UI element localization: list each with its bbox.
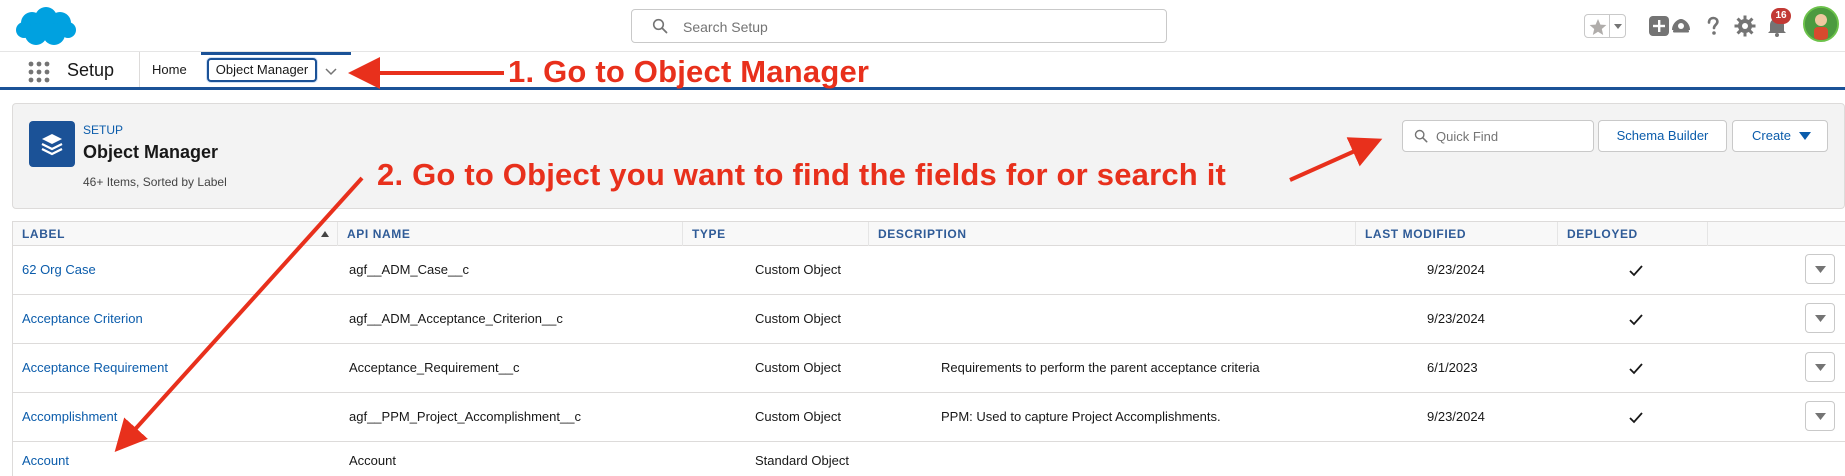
table-row: Acceptance Requirement Acceptance_Requir… <box>13 344 1845 393</box>
app-name: Setup <box>67 60 115 80</box>
chevron-down-icon <box>1815 315 1826 322</box>
column-header-api-name[interactable]: API NAME <box>338 222 683 246</box>
search-placeholder: Search Setup <box>683 19 768 35</box>
check-icon <box>1629 314 1643 326</box>
global-header: Search Setup 16 <box>0 0 1845 52</box>
object-label-link[interactable]: Accomplishment <box>22 409 117 424</box>
tab-home[interactable]: Home <box>152 62 187 77</box>
column-header-description[interactable]: DESCRIPTION <box>869 222 1356 246</box>
object-label-link[interactable]: Account <box>22 453 69 468</box>
column-header-text: LABEL <box>22 227 65 241</box>
gear-icon[interactable] <box>1733 14 1757 38</box>
annotation-step1-text: 1. Go to Object Manager <box>508 54 870 89</box>
favorites-divider <box>1609 15 1610 37</box>
favorites-button[interactable] <box>1584 14 1626 38</box>
search-icon <box>1414 129 1428 143</box>
context-separator <box>139 52 140 87</box>
chevron-down-icon <box>1815 364 1826 371</box>
tab-active-indicator <box>201 52 351 55</box>
layers-icon <box>29 121 75 167</box>
last-modified-cell: 9/23/2024 <box>1427 409 1485 424</box>
avatar[interactable] <box>1803 6 1839 42</box>
global-search-input[interactable]: Search Setup <box>631 9 1167 43</box>
object-manager-header <box>12 103 1845 209</box>
page-title: Object Manager <box>83 142 219 162</box>
table-row: Accomplishment agf__PPM_Project_Accompli… <box>13 393 1845 442</box>
column-header-type[interactable]: TYPE <box>683 222 869 246</box>
star-icon <box>1589 19 1607 35</box>
chevron-down-icon[interactable] <box>324 64 338 78</box>
create-button-label: Create <box>1752 128 1792 143</box>
object-label-link[interactable]: 62 Org Case <box>22 262 96 277</box>
last-modified-cell: 6/1/2023 <box>1427 360 1478 375</box>
check-icon <box>1629 265 1643 277</box>
type-cell: Custom Object <box>755 311 841 326</box>
description-cell: PPM: Used to capture Project Accomplishm… <box>941 409 1221 424</box>
context-bar: Setup Home Object Manager <box>0 52 1845 90</box>
last-modified-cell: 9/23/2024 <box>1427 262 1485 277</box>
api-name-cell: agf__ADM_Case__c <box>349 262 469 277</box>
row-actions-button[interactable] <box>1805 303 1835 333</box>
objects-table: LABEL API NAME TYPE DESCRIPTION LAST MOD… <box>12 221 1845 476</box>
avatar-image <box>1805 8 1837 40</box>
trailhead-icon[interactable] <box>1669 14 1693 38</box>
sort-ascending-icon <box>321 231 329 237</box>
search-icon <box>652 18 668 34</box>
description-cell: Requirements to perform the parent accep… <box>941 360 1260 375</box>
chevron-down-icon <box>1799 132 1811 140</box>
api-name-cell: Acceptance_Requirement__c <box>349 360 520 375</box>
table-row: 62 Org Case agf__ADM_Case__c Custom Obje… <box>13 246 1845 295</box>
quick-find-input[interactable]: Quick Find <box>1402 120 1594 152</box>
row-actions-button[interactable] <box>1805 352 1835 382</box>
chevron-down-icon <box>1815 413 1826 420</box>
type-cell: Standard Object <box>755 453 849 468</box>
api-name-cell: agf__ADM_Acceptance_Criterion__c <box>349 311 563 326</box>
annotation-step2-text: 2. Go to Object you want to find the fie… <box>377 157 1227 192</box>
row-actions-button[interactable] <box>1805 254 1835 284</box>
check-icon <box>1629 363 1643 375</box>
quick-find-placeholder: Quick Find <box>1436 129 1499 144</box>
page-eyebrow: SETUP <box>83 123 124 137</box>
notification-badge: 16 <box>1771 8 1791 24</box>
help-icon[interactable] <box>1701 14 1725 38</box>
table-row: Account Account Standard Object <box>13 442 1845 476</box>
column-header-deployed[interactable]: DEPLOYED <box>1558 222 1708 246</box>
table-header: LABEL API NAME TYPE DESCRIPTION LAST MOD… <box>13 222 1845 246</box>
column-header-label[interactable]: LABEL <box>13 222 338 246</box>
object-label-link[interactable]: Acceptance Requirement <box>22 360 168 375</box>
app-launcher-icon[interactable] <box>28 61 50 83</box>
row-actions-button[interactable] <box>1805 401 1835 431</box>
add-icon[interactable] <box>1647 14 1671 38</box>
last-modified-cell: 9/23/2024 <box>1427 311 1485 326</box>
api-name-cell: agf__PPM_Project_Accomplishment__c <box>349 409 581 424</box>
object-label-link[interactable]: Acceptance Criterion <box>22 311 143 326</box>
tab-object-manager[interactable]: Object Manager <box>207 58 317 82</box>
chevron-down-icon[interactable] <box>1612 20 1624 32</box>
schema-builder-button[interactable]: Schema Builder <box>1598 120 1727 152</box>
chevron-down-icon <box>1815 266 1826 273</box>
salesforce-logo[interactable] <box>14 6 76 48</box>
table-row: Acceptance Criterion agf__ADM_Acceptance… <box>13 295 1845 344</box>
page-meta: 46+ Items, Sorted by Label <box>83 175 227 189</box>
create-button[interactable]: Create <box>1732 120 1828 152</box>
check-icon <box>1629 412 1643 424</box>
column-header-last-modified[interactable]: LAST MODIFIED <box>1356 222 1558 246</box>
type-cell: Custom Object <box>755 262 841 277</box>
type-cell: Custom Object <box>755 360 841 375</box>
api-name-cell: Account <box>349 453 396 468</box>
type-cell: Custom Object <box>755 409 841 424</box>
